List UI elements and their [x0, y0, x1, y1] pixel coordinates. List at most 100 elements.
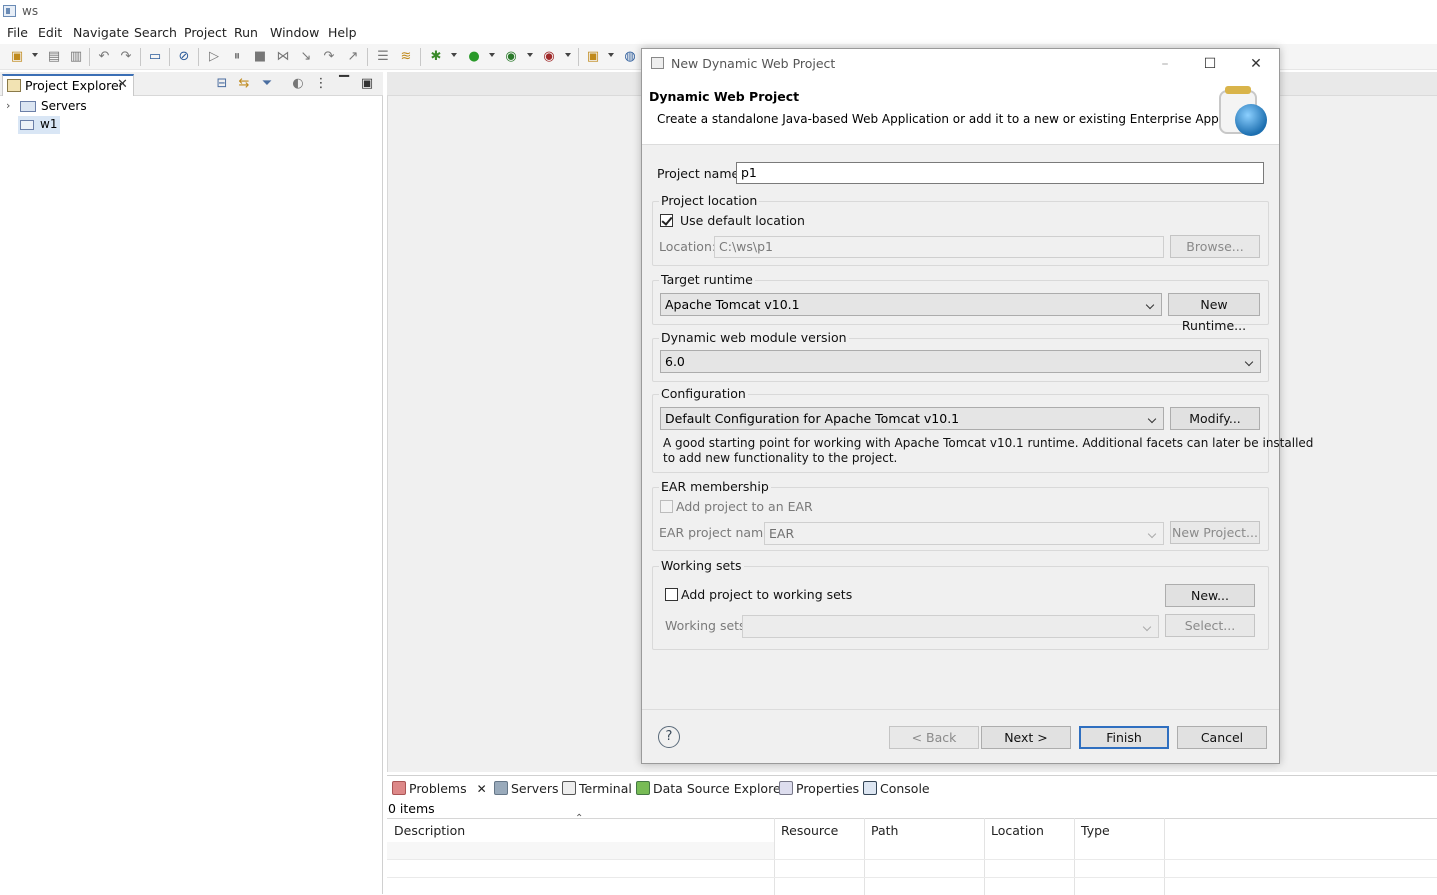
column-resource[interactable]: Resource	[781, 823, 838, 838]
menu-edit[interactable]: Edit	[38, 25, 62, 40]
close-icon[interactable]: ✕	[117, 77, 128, 92]
configuration-select[interactable]: Default Configuration for Apache Tomcat …	[660, 407, 1164, 430]
menu-window[interactable]: Window	[270, 25, 319, 40]
new-server-icon[interactable]: ▣	[585, 49, 601, 65]
redo-icon[interactable]: ↷	[118, 49, 134, 65]
debug-dropdown-icon[interactable]	[451, 53, 457, 57]
tree-item-w1[interactable]: w1	[18, 116, 60, 134]
resume-icon[interactable]: ▷	[206, 49, 222, 65]
maximize-icon[interactable]: ☐	[1201, 55, 1219, 73]
column-description[interactable]: Description	[394, 823, 465, 838]
new-server-dropdown-icon[interactable]	[608, 53, 614, 57]
menu-help[interactable]: Help	[328, 25, 357, 40]
next-button[interactable]: Next >	[981, 726, 1071, 749]
save-all-icon[interactable]: ▥	[68, 49, 84, 65]
external-tools-icon[interactable]: ◉	[541, 49, 557, 65]
target-runtime-value: Apache Tomcat v10.1	[665, 297, 800, 312]
menu-search[interactable]: Search	[134, 25, 177, 40]
use-default-location-label[interactable]: Use default location	[680, 213, 805, 228]
word-wrap-icon[interactable]: ≋	[398, 49, 414, 65]
link-with-editor-icon[interactable]: ⇆	[236, 76, 252, 92]
view-menu-icon[interactable]: ⋮	[313, 76, 329, 92]
run-icon[interactable]: ●	[466, 49, 482, 65]
chevron-down-icon	[1147, 529, 1157, 539]
menu-run[interactable]: Run	[234, 25, 258, 40]
menu-file[interactable]: File	[7, 25, 28, 40]
use-default-location-checkbox[interactable]	[660, 214, 673, 227]
close-icon[interactable]: ✕	[477, 782, 487, 796]
ear-project-name-label: EAR project name:	[659, 525, 776, 540]
coverage-dropdown-icon[interactable]	[527, 53, 533, 57]
project-name-input[interactable]: p1	[736, 162, 1264, 184]
add-to-working-sets-checkbox[interactable]	[665, 588, 678, 601]
header-divider	[387, 818, 1437, 819]
column-location[interactable]: Location	[991, 823, 1044, 838]
close-icon[interactable]: ✕	[1247, 55, 1265, 73]
cancel-button[interactable]: Cancel	[1177, 726, 1267, 749]
debug-icon[interactable]: ✱	[428, 49, 444, 65]
tab-project-explorer[interactable]: Project Explorer ✕	[2, 74, 134, 96]
project-name-label: Project name:	[657, 166, 744, 181]
modify-button[interactable]: Modify...	[1170, 407, 1260, 430]
terminal-icon[interactable]: ▭	[147, 49, 163, 65]
console-icon	[863, 781, 877, 795]
add-to-ear-label[interactable]: Add project to an EAR	[676, 499, 813, 514]
save-icon[interactable]: ▤	[46, 49, 62, 65]
new-runtime-button[interactable]: New Runtime...	[1168, 293, 1260, 333]
web-browser-icon[interactable]: ◍	[622, 49, 638, 65]
undo-icon[interactable]: ↶	[96, 49, 112, 65]
tab-console[interactable]: Console	[863, 781, 930, 796]
browse-button[interactable]: Browse...	[1170, 235, 1260, 258]
toolbar-separator	[367, 48, 368, 66]
new-project-button[interactable]: New Project...	[1170, 521, 1260, 544]
terminal-icon	[562, 781, 576, 795]
collapse-all-icon[interactable]: ⊟	[214, 76, 230, 92]
column-type[interactable]: Type	[1081, 823, 1110, 838]
run-dropdown-icon[interactable]	[489, 53, 495, 57]
column-path[interactable]: Path	[871, 823, 898, 838]
add-to-ear-checkbox[interactable]	[660, 500, 673, 513]
tab-problems[interactable]: Problems ✕	[392, 781, 487, 796]
new-dropdown-icon[interactable]	[32, 53, 38, 57]
location-input[interactable]: C:\ws\p1	[714, 236, 1164, 258]
toggle-block-icon[interactable]: ☰	[375, 49, 391, 65]
tree-item-label: w1	[40, 117, 58, 131]
chevron-right-icon[interactable]: ›	[6, 99, 10, 112]
external-tools-dropdown-icon[interactable]	[565, 53, 571, 57]
step-over-icon[interactable]: ↷	[321, 49, 337, 65]
module-version-select[interactable]: 6.0	[660, 350, 1261, 373]
tab-terminal[interactable]: Terminal	[562, 781, 632, 796]
row-divider	[387, 859, 1437, 860]
skip-breakpoints-icon[interactable]: ⊘	[176, 49, 192, 65]
menu-navigate[interactable]: Navigate	[73, 25, 129, 40]
step-return-icon[interactable]: ↗	[345, 49, 361, 65]
maximize-icon[interactable]: ▣	[359, 76, 375, 92]
tab-properties[interactable]: Properties	[779, 781, 859, 796]
menu-project[interactable]: Project	[184, 25, 227, 40]
help-icon[interactable]: ?	[658, 726, 680, 748]
terminate-icon[interactable]: ■	[252, 49, 268, 65]
location-label: Location:	[659, 239, 717, 254]
tree-item-servers[interactable]: › Servers	[0, 98, 383, 116]
minimize-icon[interactable]: ▔	[336, 76, 352, 92]
new-working-set-button[interactable]: New...	[1165, 584, 1255, 607]
back-button[interactable]: < Back	[889, 726, 979, 749]
ear-project-select[interactable]: EAR	[764, 522, 1164, 545]
target-runtime-select[interactable]: Apache Tomcat v10.1	[660, 293, 1162, 316]
focus-icon[interactable]: ◐	[290, 76, 306, 92]
window-titlebar: ws	[0, 0, 1437, 24]
finish-button[interactable]: Finish	[1079, 726, 1169, 749]
coverage-icon[interactable]: ◉	[503, 49, 519, 65]
new-icon[interactable]: ▣	[9, 49, 25, 65]
disconnect-icon[interactable]: ⋈	[275, 49, 291, 65]
suspend-icon[interactable]: ⏸	[229, 49, 245, 65]
module-version-value: 6.0	[665, 354, 685, 369]
add-to-working-sets-label[interactable]: Add project to working sets	[681, 587, 852, 602]
working-sets-select[interactable]	[742, 615, 1159, 638]
minimize-icon[interactable]: –	[1156, 55, 1174, 73]
filter-icon[interactable]: ⏷	[259, 76, 275, 92]
tab-servers[interactable]: Servers	[494, 781, 559, 796]
tab-data-source-explorer[interactable]: Data Source Explorer	[636, 781, 786, 796]
select-working-sets-button[interactable]: Select...	[1165, 614, 1255, 637]
step-into-icon[interactable]: ↘	[298, 49, 314, 65]
